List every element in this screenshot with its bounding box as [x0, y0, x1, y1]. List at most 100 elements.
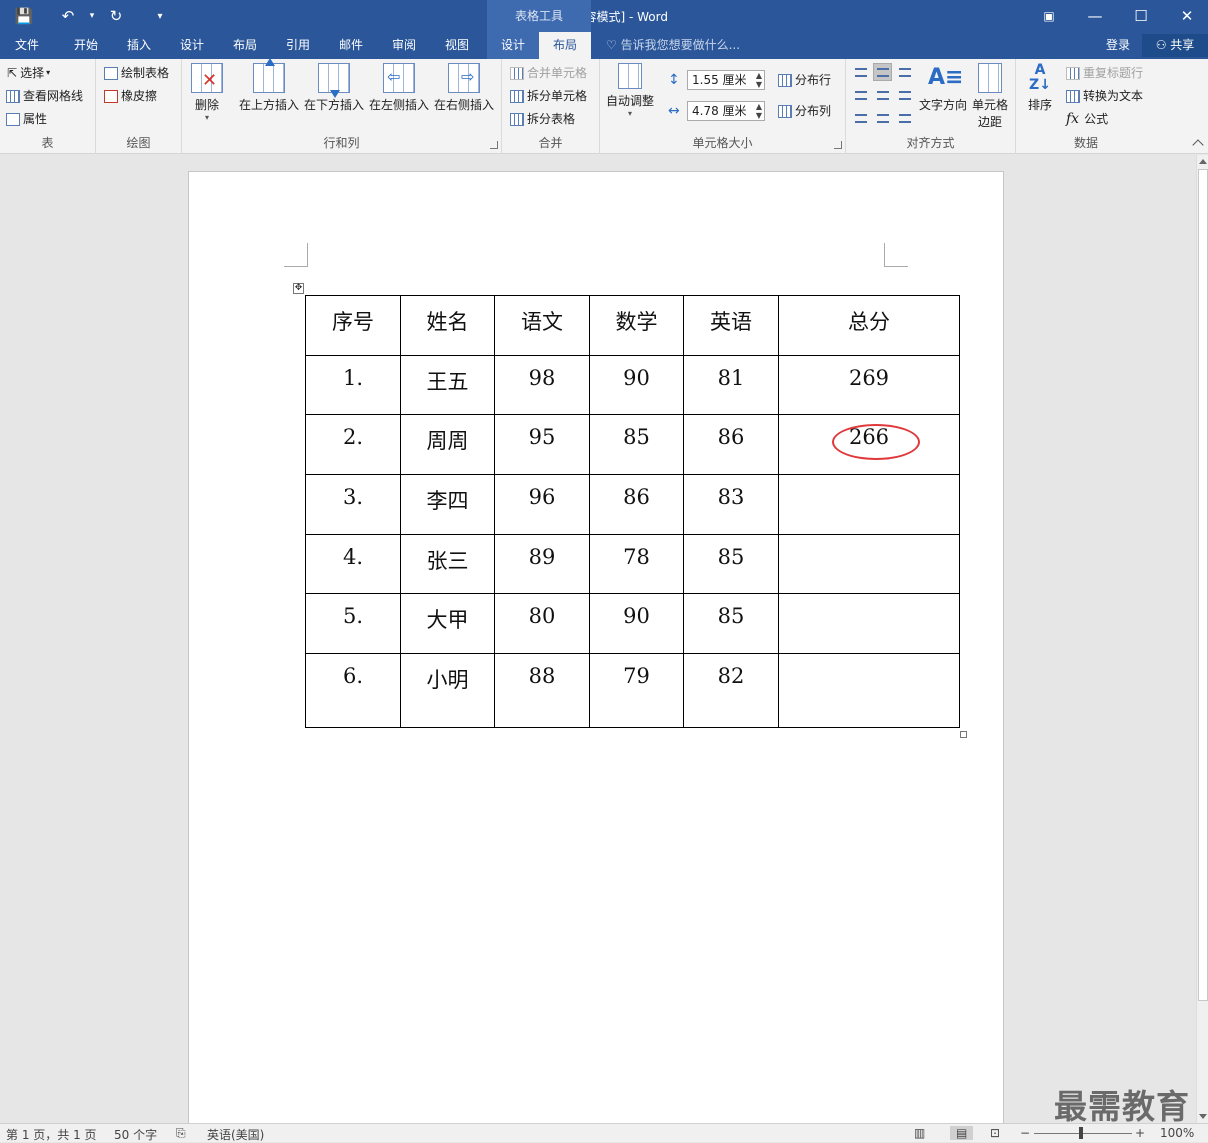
table-cell[interactable]: 82 — [683, 653, 779, 728]
sort-button[interactable]: A Z↓ 排序 — [1022, 63, 1058, 113]
table-cell[interactable]: 4. — [305, 534, 401, 594]
insert-right-button[interactable]: ⇨ 在右侧插入 — [433, 63, 495, 113]
tab-insert[interactable]: 插入 — [113, 32, 165, 59]
table-header-cell[interactable]: 语文 — [494, 295, 590, 356]
table-cell[interactable]: 89 — [494, 534, 590, 594]
table-cell[interactable]: 78 — [589, 534, 684, 594]
document-page[interactable]: ✥ 序号 姓名 语文 数学 英语 总分 1. 王五 98 90 81 269 2. 周周 95 85 86 266… — [188, 171, 1004, 1131]
table-cell[interactable]: 2. — [305, 414, 401, 475]
cell-margins-button[interactable]: 单元格 边距 — [970, 63, 1010, 130]
tell-me-search[interactable]: ♡ 告诉我您想要做什么... — [606, 32, 740, 59]
table-cell[interactable] — [778, 534, 960, 594]
proofing-icon[interactable]: ⎘ — [176, 1126, 186, 1141]
ribbon-display-icon[interactable]: ▣ — [1026, 0, 1072, 32]
table-cell[interactable]: 李四 — [400, 474, 495, 535]
zoom-level[interactable]: 100% — [1160, 1126, 1194, 1140]
align-top-right-icon[interactable] — [895, 63, 914, 81]
share-button[interactable]: ⚇ 共享 — [1142, 34, 1208, 57]
table-cell[interactable]: 95 — [494, 414, 590, 475]
spinner-icon[interactable]: ▲ ▼ — [756, 71, 762, 89]
dialog-launcher-icon[interactable] — [490, 141, 498, 149]
minimize-icon[interactable]: — — [1072, 0, 1118, 32]
tab-home[interactable]: 开始 — [60, 32, 112, 59]
spinner-icon[interactable]: ▲ ▼ — [756, 102, 762, 120]
tab-table-layout[interactable]: 布局 — [539, 32, 591, 59]
zoom-slider-thumb[interactable] — [1079, 1127, 1083, 1139]
table-cell[interactable] — [778, 474, 960, 535]
table-cell[interactable]: 81 — [683, 355, 779, 415]
insert-left-button[interactable]: ⇦ 在左侧插入 — [368, 63, 430, 113]
customize-qat-icon[interactable]: ▾ — [148, 5, 172, 27]
repeat-header-button[interactable]: 重复标题行 — [1066, 63, 1143, 83]
table-cell[interactable]: 90 — [589, 355, 684, 415]
autofit-button[interactable]: 自动调整 ▾ — [604, 63, 656, 118]
table-cell[interactable]: 83 — [683, 474, 779, 535]
table-cell[interactable]: 80 — [494, 593, 590, 654]
table-cell[interactable]: 85 — [683, 593, 779, 654]
distribute-rows-button[interactable]: 分布行 — [778, 70, 831, 90]
merge-cells-button[interactable]: 合并单元格 — [510, 63, 587, 83]
table-cell[interactable]: 85 — [683, 534, 779, 594]
language-status[interactable]: 英语(美国) — [207, 1126, 264, 1143]
login-link[interactable]: 登录 — [1106, 32, 1130, 59]
table-cell[interactable]: 88 — [494, 653, 590, 728]
web-layout-icon[interactable]: ⊡ — [990, 1126, 1000, 1140]
table-header-cell[interactable]: 序号 — [305, 295, 401, 356]
collapse-ribbon-icon[interactable] — [1192, 139, 1204, 151]
table-cell[interactable]: 79 — [589, 653, 684, 728]
align-middle-center-icon[interactable] — [873, 86, 892, 104]
page-count[interactable]: 第 1 页，共 1 页 — [6, 1126, 97, 1143]
align-middle-right-icon[interactable] — [895, 86, 914, 104]
distribute-cols-button[interactable]: 分布列 — [778, 101, 831, 121]
tab-review[interactable]: 审阅 — [378, 32, 430, 59]
table-cell[interactable]: 90 — [589, 593, 684, 654]
table-cell[interactable]: 269 — [778, 355, 960, 415]
scroll-up-icon[interactable] — [1199, 159, 1207, 164]
table-cell[interactable]: 张三 — [400, 534, 495, 594]
undo-dropdown-icon[interactable]: ▾ — [80, 5, 104, 27]
table-cell[interactable]: 1. — [305, 355, 401, 415]
split-table-button[interactable]: 拆分表格 — [510, 109, 575, 129]
insert-above-button[interactable]: 在上方插入 — [238, 58, 300, 113]
maximize-icon[interactable]: ☐ — [1118, 0, 1164, 32]
table-cell[interactable]: 86 — [683, 414, 779, 475]
word-count[interactable]: 50 个字 — [114, 1126, 157, 1143]
table-cell[interactable]: 小明 — [400, 653, 495, 728]
table-resize-handle[interactable] — [960, 731, 967, 738]
print-layout-icon[interactable]: ▤ — [950, 1126, 974, 1140]
convert-to-text-button[interactable]: 转换为文本 — [1066, 86, 1143, 106]
scroll-down-icon[interactable] — [1199, 1114, 1207, 1119]
table-cell[interactable]: 周周 — [400, 414, 495, 475]
tab-design[interactable]: 设计 — [166, 32, 218, 59]
text-direction-button[interactable]: A≡ 文字方向 — [917, 63, 969, 113]
table-cell[interactable]: 大甲 — [400, 593, 495, 654]
align-top-left-icon[interactable] — [851, 63, 870, 81]
align-bottom-left-icon[interactable] — [851, 109, 870, 127]
tab-table-design[interactable]: 设计 — [487, 32, 539, 59]
delete-button[interactable]: ✕ 删除 ▾ — [190, 63, 224, 122]
align-top-center-icon[interactable] — [873, 63, 892, 81]
scrollbar-thumb[interactable] — [1198, 169, 1208, 1001]
table-cell[interactable]: 96 — [494, 474, 590, 535]
redo-icon[interactable]: ↻ — [104, 5, 128, 27]
dialog-launcher-icon[interactable] — [834, 141, 842, 149]
align-middle-left-icon[interactable] — [851, 86, 870, 104]
formula-button[interactable]: fx 公式 — [1066, 109, 1108, 129]
tab-mailings[interactable]: 邮件 — [325, 32, 377, 59]
draw-table-button[interactable]: 绘制表格 — [104, 63, 169, 83]
close-icon[interactable]: ✕ — [1164, 0, 1208, 32]
eraser-button[interactable]: 橡皮擦 — [104, 86, 157, 106]
table-cell[interactable]: 86 — [589, 474, 684, 535]
zoom-in-icon[interactable]: + — [1135, 1126, 1145, 1140]
save-icon[interactable]: 💾 — [12, 5, 36, 27]
select-button[interactable]: ⇱ 选择 ▾ — [7, 63, 50, 83]
vertical-scrollbar[interactable] — [1196, 155, 1208, 1123]
table-cell[interactable]: 98 — [494, 355, 590, 415]
table-cell[interactable]: 85 — [589, 414, 684, 475]
table-cell[interactable] — [778, 653, 960, 728]
split-cells-button[interactable]: 拆分单元格 — [510, 86, 587, 106]
table-cell[interactable]: 3. — [305, 474, 401, 535]
align-bottom-center-icon[interactable] — [873, 109, 892, 127]
tab-view[interactable]: 视图 — [431, 32, 483, 59]
table-header-cell[interactable]: 英语 — [683, 295, 779, 356]
